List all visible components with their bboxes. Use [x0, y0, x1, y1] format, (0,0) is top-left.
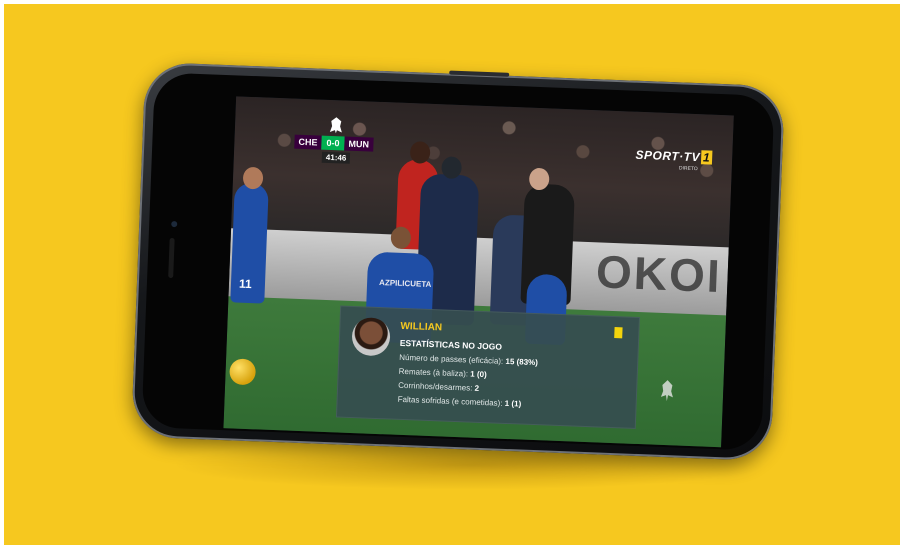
premier-league-watermark-icon — [660, 380, 673, 402]
player-stats-overlay[interactable]: WILLIAN ESTATÍSTICAS NO JOGO Número de p… — [335, 305, 641, 429]
smartphone: OKOI 11 AZPILICUETA CHE 0-0 MUN 41:46 SP… — [131, 61, 785, 462]
stat-line: Corrinhos/desarmes: 2 — [398, 381, 479, 393]
phone-bezel: OKOI 11 AZPILICUETA CHE 0-0 MUN 41:46 SP… — [141, 72, 775, 451]
stat-label: Número de passes (eficácia): — [399, 352, 504, 366]
channel-number: 1 — [700, 150, 713, 165]
channel-subtitle: DIRETO — [678, 165, 698, 173]
stat-value: 2 — [474, 383, 480, 393]
premier-league-lion-icon — [329, 117, 342, 134]
stat-value: 15 (83%) — [505, 356, 539, 368]
stat-label: Faltas sofridas (e cometidas): — [397, 394, 503, 408]
yellow-card-icon — [614, 327, 623, 339]
channel-logo: SPORT·TV 1 — [635, 147, 713, 165]
home-team-label: CHE — [294, 134, 322, 150]
player-avatar — [351, 317, 391, 357]
channel-name: SPORT·TV — [635, 147, 701, 165]
shirt-number: 11 — [238, 276, 252, 292]
player-name: WILLIAN — [400, 320, 443, 334]
stats-section-title: ESTATÍSTICAS NO JOGO — [399, 337, 503, 352]
speaker-grille — [168, 237, 175, 279]
scoreboard: CHE 0-0 MUN — [294, 134, 374, 152]
stat-value: 1 (1) — [504, 398, 522, 409]
away-team-label: MUN — [344, 136, 374, 152]
stat-label: Remates (à baliza): — [398, 366, 469, 379]
match-clock: 41:46 — [321, 151, 351, 164]
advertising-board-text: OKOI — [595, 245, 723, 303]
video-screen[interactable]: OKOI 11 AZPILICUETA CHE 0-0 MUN 41:46 SP… — [223, 96, 734, 448]
stat-value: 1 (0) — [470, 369, 487, 380]
score-label: 0-0 — [321, 135, 345, 151]
stat-label: Corrinhos/desarmes: — [398, 380, 473, 393]
stat-line: Remates (à baliza): 1 (0) — [399, 367, 487, 379]
stat-line: Número de passes (eficácia): 15 (83%) — [399, 353, 538, 367]
front-camera-icon — [171, 220, 178, 228]
stat-line: Faltas sofridas (e cometidas): 1 (1) — [397, 395, 521, 409]
